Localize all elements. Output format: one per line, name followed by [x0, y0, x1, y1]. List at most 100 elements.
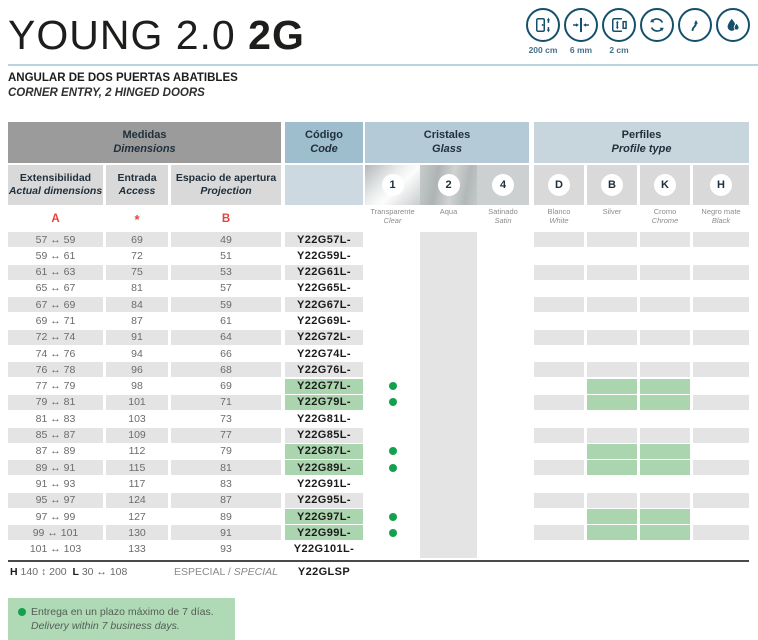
- cell-projection: 87: [171, 492, 281, 508]
- table-row: 91 ↔ 93 117 83 Y22G91L-: [8, 476, 749, 491]
- cell-clear-glass: [365, 248, 420, 263]
- group-header-code-es: Código: [305, 128, 343, 141]
- cell-profile-silver: [587, 509, 637, 525]
- cell-profile-chrome: [640, 411, 690, 426]
- cell-profile-silver: [587, 525, 637, 541]
- cell-profile-black: [693, 248, 749, 263]
- profile-swatch-silver: B: [587, 165, 637, 205]
- glass-thickness-label: 6 mm: [569, 45, 593, 55]
- cell-clear-glass: [365, 379, 420, 394]
- subtitle-en: CORNER ENTRY, 2 HINGED DOORS: [8, 86, 205, 99]
- cell-access: 69: [106, 232, 168, 247]
- fast-delivery-dot-icon: [388, 463, 397, 472]
- cell-actual-dimensions: 79 ↔ 81: [8, 394, 103, 410]
- cell-clear-glass: [365, 395, 420, 410]
- fast-delivery-dot-icon: [18, 607, 26, 616]
- cell-projection: 81: [171, 460, 281, 476]
- door-height-icon: [526, 8, 560, 42]
- group-header-code: Código Code: [285, 122, 363, 163]
- cell-clear-glass: [365, 281, 420, 296]
- profile-label-black-en: Black: [711, 216, 731, 226]
- cell-profile-silver: [587, 492, 637, 508]
- cell-actual-dimensions: 67 ↔ 69: [8, 297, 103, 313]
- column-header-access: Entrada Access: [106, 165, 168, 205]
- feature-door-height: 200 cm: [524, 8, 562, 55]
- cell-profile-silver: [587, 443, 637, 459]
- profile-label-white: Blanco White: [534, 207, 584, 231]
- cell-actual-dimensions: 72 ↔ 74: [8, 329, 103, 345]
- table-row: 101 ↔ 103 133 93 Y22G101L-: [8, 542, 749, 557]
- cell-code: Y22G57L-: [285, 232, 363, 247]
- cell-profile-chrome: [640, 346, 690, 361]
- cell-projection: 66: [220, 347, 232, 360]
- cell-projection: 69: [220, 380, 232, 393]
- cell-satin-glass: [477, 379, 529, 394]
- cell-actual-dimensions: 59 ↔ 61: [35, 249, 76, 262]
- cell-satin-glass: [477, 493, 529, 508]
- cell-profile-white: [534, 346, 584, 361]
- cell-profile-black: [693, 232, 749, 247]
- feature-reversible: [638, 8, 676, 55]
- cell-profile-chrome: [640, 460, 690, 476]
- table-row: 85 ↔ 87 109 77 Y22G85L-: [8, 427, 749, 443]
- cell-code: Y22G76L-: [285, 362, 363, 378]
- cell-profile-white: [534, 362, 584, 378]
- cell-satin-glass: [477, 346, 529, 361]
- cell-projection: 68: [171, 362, 281, 378]
- cell-profile-chrome: [640, 525, 690, 541]
- column-header-code-spacer: [285, 165, 363, 205]
- special-h-label: H: [10, 566, 18, 578]
- cell-profile-white: [534, 427, 584, 443]
- table-row: 67 ↔ 69 84 59 Y22G67L-: [8, 297, 749, 313]
- group-header-code-en: Code: [310, 142, 338, 155]
- cell-aqua-glass: [420, 248, 477, 263]
- cell-profile-black: [693, 379, 749, 394]
- cell-profile-silver: [587, 394, 637, 410]
- group-header-profile-en: Profile type: [611, 142, 672, 155]
- cell-aqua-glass: [420, 281, 477, 296]
- table-row: 61 ↔ 63 75 53 Y22G61L-: [8, 264, 749, 280]
- cell-profile-silver: [587, 297, 637, 313]
- cell-access: 94: [131, 347, 143, 360]
- cell-code: Y22G79L-: [285, 394, 363, 410]
- cell-aqua-glass: [420, 232, 477, 247]
- cell-profile-white: [534, 460, 584, 476]
- table-row: 95 ↔ 97 124 87 Y22G95L-: [8, 492, 749, 508]
- cell-aqua-glass: [420, 265, 477, 280]
- cell-profile-chrome: [640, 476, 690, 491]
- cell-actual-dimensions: 81 ↔ 83: [35, 412, 76, 425]
- cell-actual-dimensions: 76 ↔ 78: [8, 362, 103, 378]
- cell-access: 75: [106, 264, 168, 280]
- cell-actual-dimensions: 57 ↔ 59: [8, 232, 103, 247]
- extensibility-icon: [602, 8, 636, 42]
- cell-aqua-glass: [420, 411, 477, 426]
- cell-access: 103: [128, 412, 146, 425]
- glass-swatch-satin: 4: [477, 165, 529, 205]
- special-label: ESPECIAL / SPECIAL: [171, 566, 281, 578]
- cell-profile-chrome: [640, 443, 690, 459]
- table-row: 77 ↔ 79 98 69 Y22G77L-: [8, 378, 749, 394]
- cell-profile-white: [534, 476, 584, 491]
- cell-satin-glass: [477, 542, 529, 557]
- cell-profile-chrome: [640, 264, 690, 280]
- glass-label-satin-en: Satin: [494, 216, 512, 226]
- cell-aqua-glass: [420, 476, 477, 491]
- cell-profile-silver: [587, 476, 637, 491]
- cell-aqua-glass: [420, 460, 477, 475]
- delivery-footnote: Entrega en un plazo máximo de 7 días. De…: [8, 598, 235, 640]
- profile-badge-h: H: [710, 174, 732, 196]
- profile-label-chrome: Cromo Chrome: [640, 207, 690, 231]
- cell-profile-white: [534, 281, 584, 296]
- special-dimensions: H 140 ↕ 200 L 30 ↔ 108: [8, 566, 171, 578]
- cell-clear-glass: [365, 525, 420, 540]
- cell-access: 91: [106, 329, 168, 345]
- cell-code: Y22G89L-: [285, 460, 363, 476]
- cell-profile-chrome: [640, 281, 690, 296]
- profile-label-white-es: Blanco: [547, 207, 571, 216]
- special-label-en: SPECIAL: [233, 566, 279, 578]
- cell-profile-white: [534, 394, 584, 410]
- cell-code: Y22G61L-: [285, 264, 363, 280]
- cell-access: 109: [106, 427, 168, 443]
- column-header-extensibility-es: Extensibilidad: [19, 171, 92, 184]
- cell-projection: 53: [171, 264, 281, 280]
